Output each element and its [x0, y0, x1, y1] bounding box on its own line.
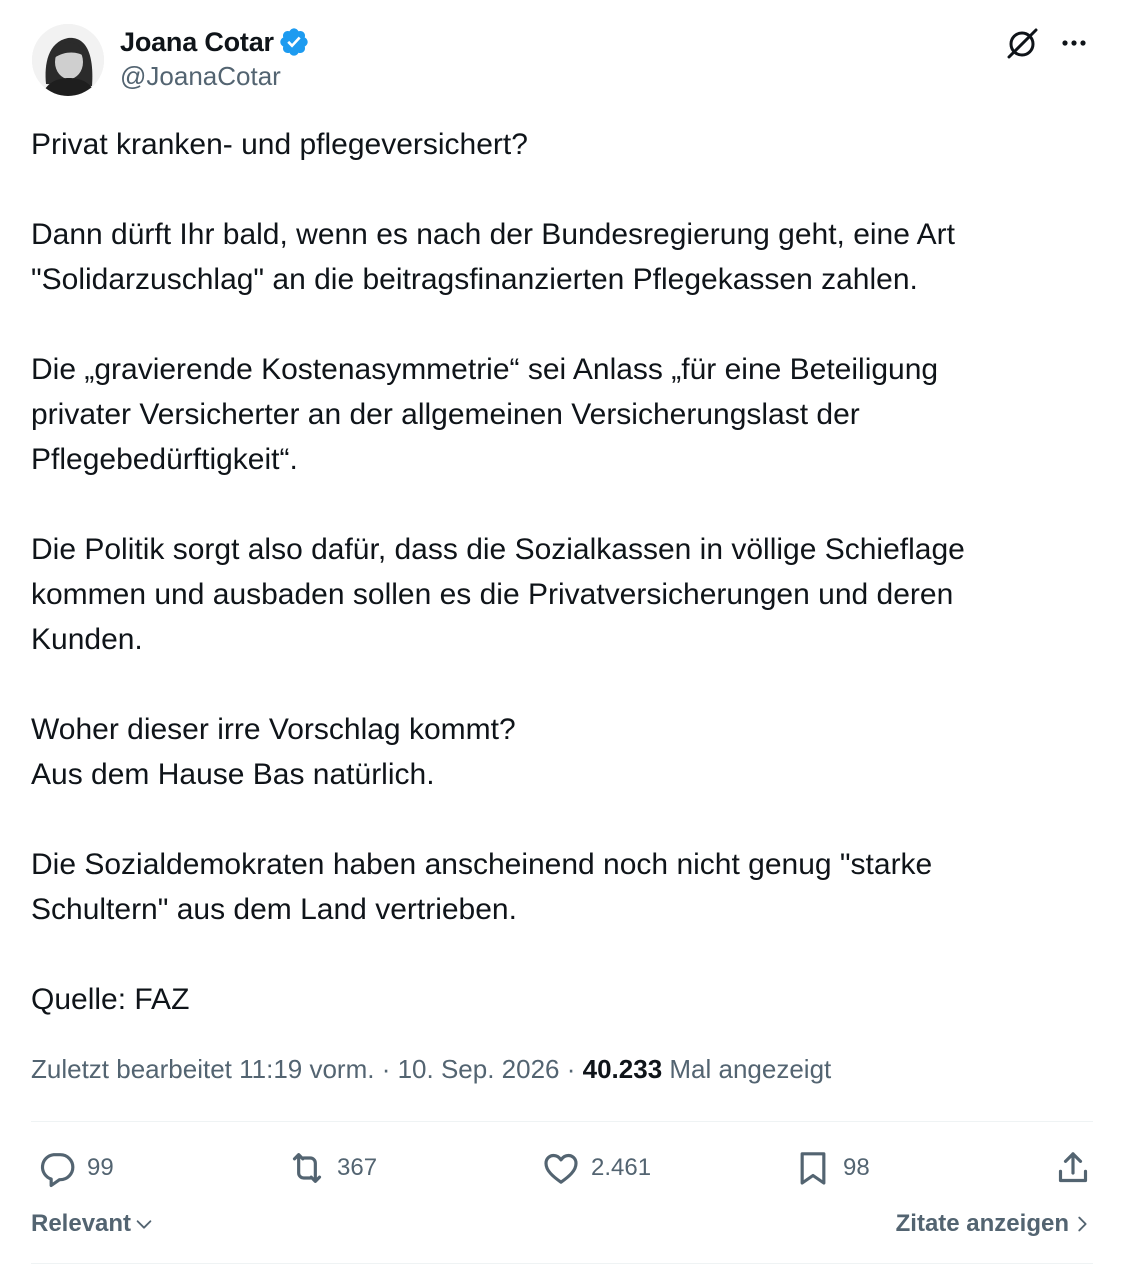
tweet-paragraph: Die „gravierende Kostenasymmetrie“ sei A…: [31, 353, 939, 476]
verified-badge-icon: [280, 28, 308, 56]
tweet-meta: Zuletzt bearbeitet 11:19 vorm. · 10. Sep…: [31, 1054, 831, 1085]
tweet-date[interactable]: 10. Sep. 2026: [398, 1054, 560, 1084]
bookmark-icon: [800, 1152, 826, 1185]
chevron-right-icon: [1078, 1216, 1087, 1232]
repost-icon: [292, 1153, 322, 1183]
tweet-text: Privat kranken- und pflegeversichert? Da…: [31, 122, 1101, 1022]
reply-button[interactable]: 99: [37, 1140, 114, 1196]
author-info: Joana Cotar @JoanaCotar: [120, 26, 310, 92]
share-button[interactable]: [1053, 1140, 1093, 1196]
views-label: Mal angezeigt: [669, 1054, 832, 1084]
bookmark-count: 98: [843, 1154, 870, 1181]
like-count: 2.461: [591, 1154, 652, 1181]
tweet-paragraph: Quelle: FAZ: [31, 983, 190, 1016]
sort-label: Relevant: [31, 1210, 132, 1237]
views-count: 40.233: [582, 1054, 663, 1084]
divider: [31, 1263, 1093, 1264]
replies-footer: Relevant Zitate anzeigen: [31, 1206, 1093, 1246]
author-name[interactable]: Joana Cotar: [120, 27, 274, 58]
tweet-paragraph: Dann dürft Ihr bald, wenn es nach der Bu…: [31, 218, 955, 296]
tweet-paragraph: Die Sozialdemokraten haben anscheinend n…: [31, 848, 933, 926]
view-quotes-link[interactable]: Zitate anzeigen: [896, 1210, 1093, 1238]
edited-label[interactable]: Zuletzt bearbeitet 11:19 vorm.: [31, 1054, 374, 1084]
tweet-paragraph: Privat kranken- und pflegeversichert?: [31, 128, 528, 161]
like-button[interactable]: 2.461: [541, 1140, 651, 1196]
grok-icon[interactable]: [1003, 24, 1041, 62]
share-icon: [1058, 1152, 1088, 1183]
meta-separator: ·: [374, 1054, 398, 1084]
action-bar: 99 367 2.461 98: [31, 1140, 1093, 1196]
heart-icon: [544, 1153, 578, 1184]
divider: [31, 1121, 1093, 1122]
repost-button[interactable]: 367: [287, 1140, 377, 1196]
author-handle[interactable]: @JoanaCotar: [120, 61, 310, 92]
sort-dropdown[interactable]: Relevant: [31, 1210, 155, 1238]
bookmark-button[interactable]: 98: [793, 1140, 870, 1196]
avatar[interactable]: [32, 24, 104, 96]
repost-count: 367: [337, 1154, 378, 1181]
reply-icon: [40, 1153, 75, 1188]
tweet-paragraph: Die Politik sorgt also dafür, dass die S…: [31, 533, 965, 656]
more-icon[interactable]: [1057, 26, 1091, 60]
chevron-down-icon: [136, 1220, 152, 1229]
tweet-paragraph: Woher dieser irre Vorschlag kommt? Aus d…: [31, 713, 516, 791]
tweet-header: Joana Cotar @JoanaCotar: [32, 24, 1093, 100]
meta-separator: ·: [559, 1054, 583, 1084]
quotes-label: Zitate anzeigen: [895, 1210, 1069, 1237]
reply-count: 99: [87, 1154, 114, 1181]
